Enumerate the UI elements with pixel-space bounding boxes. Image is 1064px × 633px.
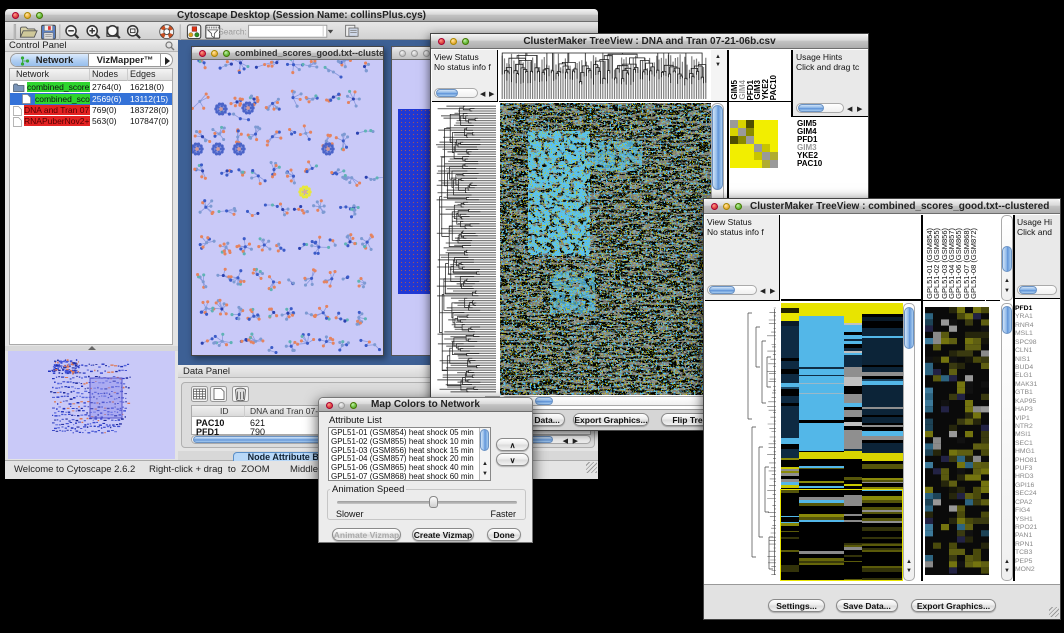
svg-text:Search:: Search: — [218, 27, 247, 36]
